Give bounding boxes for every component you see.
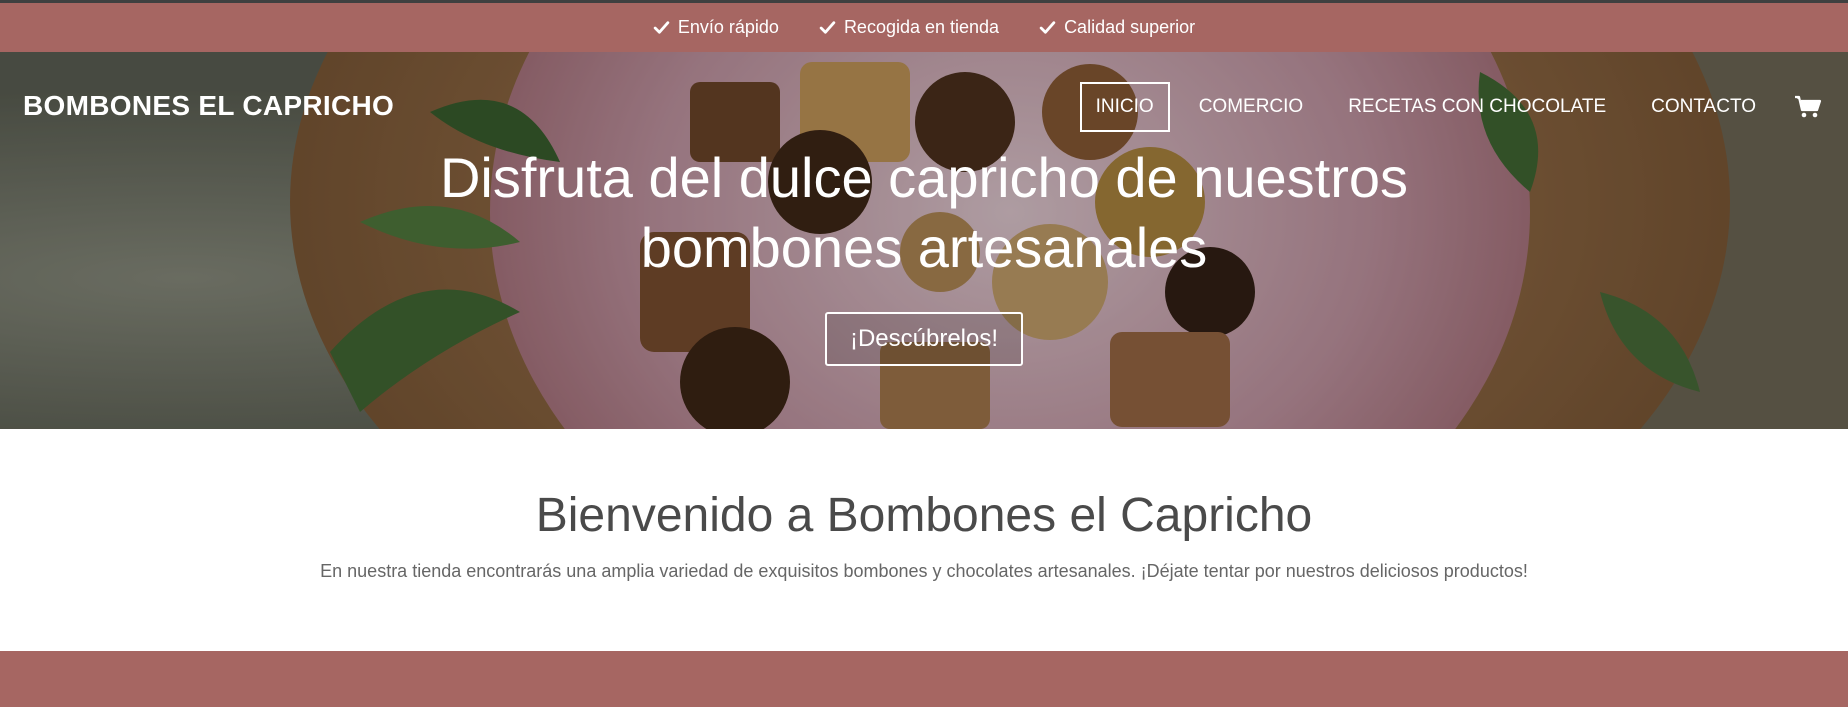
- nav-item-contacto[interactable]: CONTACTO: [1635, 82, 1772, 132]
- nav-item-inicio[interactable]: INICIO: [1079, 82, 1170, 132]
- brand-logo[interactable]: BOMBONES EL CAPRICHO: [23, 90, 394, 122]
- shopping-cart-icon[interactable]: [1794, 95, 1822, 119]
- hero-section: BOMBONES EL CAPRICHO INICIO COMERCIO REC…: [0, 52, 1848, 429]
- perk-fast-shipping: Envío rápido: [653, 17, 779, 38]
- perk-store-pickup: Recogida en tienda: [819, 17, 999, 38]
- welcome-text: En nuestra tienda encontrarás una amplia…: [320, 561, 1528, 581]
- main-nav: INICIO COMERCIO RECETAS CON CHOCOLATE CO…: [1067, 82, 1848, 132]
- hero-title-line-1: Disfruta del dulce capricho de nuestros: [439, 146, 1409, 209]
- nav-item-comercio[interactable]: COMERCIO: [1183, 82, 1320, 132]
- nav-item-recetas[interactable]: RECETAS CON CHOCOLATE: [1332, 82, 1622, 132]
- perk-label: Envío rápido: [677, 17, 779, 37]
- welcome-section: Bienvenido a Bombones el Capricho En nue…: [0, 429, 1848, 651]
- welcome-heading: Bienvenido a Bombones el Capricho: [535, 489, 1313, 542]
- discover-button[interactable]: ¡Descúbrelos!: [825, 312, 1023, 366]
- hero-title: Disfruta del dulce capricho de nuestros …: [0, 143, 1848, 283]
- check-icon: [653, 21, 670, 34]
- check-icon: [1039, 21, 1056, 34]
- perk-label: Calidad superior: [1064, 17, 1196, 37]
- check-icon: [819, 21, 836, 34]
- hero-title-line-2: bombones artesanales: [640, 216, 1208, 279]
- perks-bar: Envío rápido Recogida en tienda Calidad …: [0, 3, 1848, 52]
- footer-band: [0, 651, 1848, 707]
- perk-label: Recogida en tienda: [843, 17, 1000, 37]
- perk-quality: Calidad superior: [1039, 17, 1195, 38]
